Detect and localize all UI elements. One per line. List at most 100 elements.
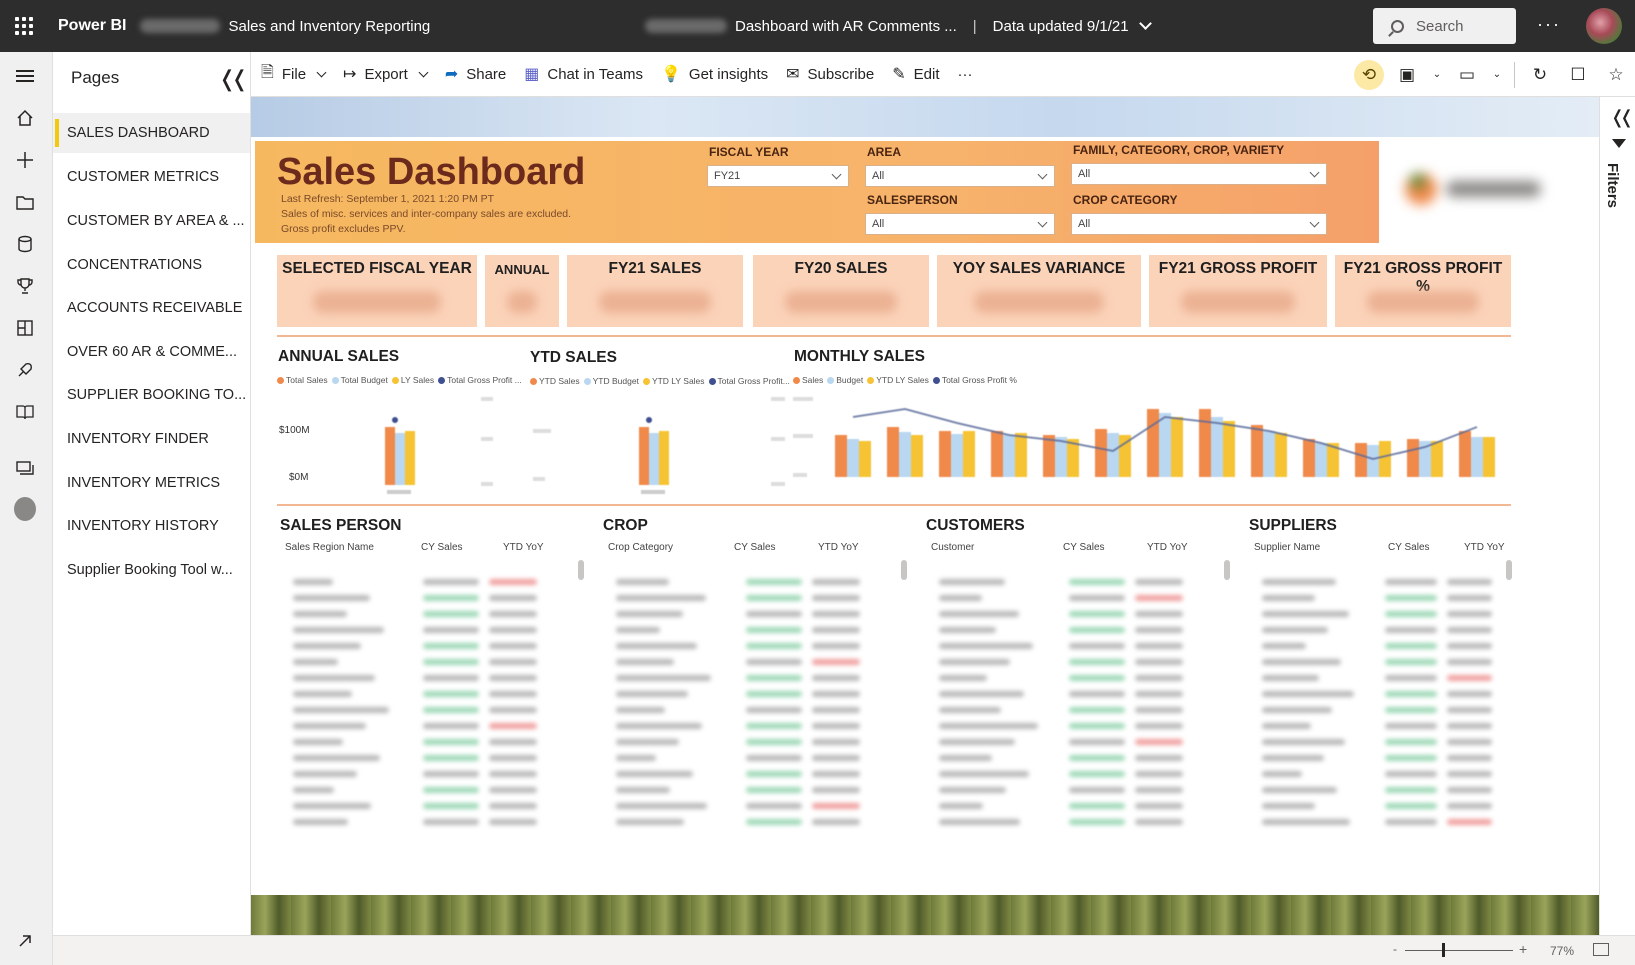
customers-table[interactable]: Customer CY Sales YTD YoY bbox=[925, 542, 1230, 825]
table-row[interactable] bbox=[602, 590, 897, 606]
more-actions-button[interactable]: ··· bbox=[958, 66, 973, 83]
hamburger-menu-icon[interactable] bbox=[14, 65, 36, 87]
refresh-icon[interactable]: ↻ bbox=[1525, 60, 1555, 90]
table-row[interactable] bbox=[1248, 814, 1502, 830]
column-header[interactable]: CY Sales bbox=[421, 542, 463, 553]
table-row[interactable] bbox=[1248, 638, 1502, 654]
export-menu-button[interactable]: ↦ Export bbox=[343, 64, 429, 84]
expand-arrow-icon[interactable] bbox=[14, 930, 36, 952]
search-input[interactable]: Search bbox=[1373, 8, 1516, 44]
table-row[interactable] bbox=[602, 654, 897, 670]
workspace-report-name[interactable]: Sales and Inventory Reporting bbox=[140, 18, 430, 35]
family-slicer[interactable]: All bbox=[1071, 163, 1327, 185]
table-row[interactable] bbox=[1248, 718, 1502, 734]
chevron-down-icon[interactable] bbox=[1138, 17, 1152, 30]
table-row[interactable] bbox=[602, 718, 897, 734]
table-row[interactable] bbox=[279, 606, 574, 622]
crop-category-slicer[interactable]: All bbox=[1071, 213, 1327, 235]
column-header[interactable]: Crop Category bbox=[608, 542, 673, 553]
table-row[interactable] bbox=[279, 782, 574, 798]
table-row[interactable] bbox=[1248, 734, 1502, 750]
table-row[interactable] bbox=[1248, 686, 1502, 702]
table-row[interactable] bbox=[602, 750, 897, 766]
column-header[interactable]: YTD YoY bbox=[818, 542, 859, 553]
table-row[interactable] bbox=[279, 734, 574, 750]
fit-to-page-icon[interactable] bbox=[1593, 943, 1609, 956]
zoom-slider[interactable] bbox=[1405, 950, 1513, 951]
table-row[interactable] bbox=[1248, 782, 1502, 798]
table-row[interactable] bbox=[925, 798, 1220, 814]
chevron-down-icon[interactable]: ⌄ bbox=[1490, 60, 1504, 90]
table-row[interactable] bbox=[602, 686, 897, 702]
table-row[interactable] bbox=[602, 798, 897, 814]
page-item-supplier-booking[interactable]: SUPPLIER BOOKING TO... bbox=[53, 375, 250, 415]
deployment-rocket-icon[interactable] bbox=[14, 359, 36, 381]
page-item-accounts-receivable[interactable]: ACCOUNTS RECEIVABLE bbox=[53, 288, 250, 328]
expand-filters-icon[interactable]: ❬❬ bbox=[1610, 107, 1634, 128]
table-row[interactable] bbox=[602, 670, 897, 686]
table-row[interactable] bbox=[1248, 622, 1502, 638]
table-row[interactable] bbox=[925, 574, 1220, 590]
filters-pane[interactable]: ❬❬ Filters bbox=[1599, 97, 1635, 935]
table-row[interactable] bbox=[1248, 750, 1502, 766]
zoom-in-button[interactable]: + bbox=[1519, 941, 1527, 957]
page-item-over-60-ar[interactable]: OVER 60 AR & COMME... bbox=[53, 332, 250, 372]
fiscal-year-slicer[interactable]: FY21 bbox=[707, 165, 849, 187]
table-row[interactable] bbox=[925, 702, 1220, 718]
create-icon[interactable] bbox=[14, 149, 36, 171]
column-header[interactable]: YTD YoY bbox=[1147, 542, 1188, 553]
workspaces-icon[interactable] bbox=[14, 457, 36, 479]
table-row[interactable] bbox=[279, 766, 574, 782]
table-row[interactable] bbox=[925, 750, 1220, 766]
app-launcher-icon[interactable] bbox=[0, 0, 48, 52]
table-row[interactable] bbox=[279, 590, 574, 606]
column-header[interactable]: YTD YoY bbox=[503, 542, 544, 553]
table-row[interactable] bbox=[279, 574, 574, 590]
workspace-avatar-icon[interactable] bbox=[14, 497, 36, 521]
page-item-customer-by-area[interactable]: CUSTOMER BY AREA & ... bbox=[53, 201, 250, 241]
table-row[interactable] bbox=[279, 622, 574, 638]
table-row[interactable] bbox=[925, 782, 1220, 798]
table-row[interactable] bbox=[925, 734, 1220, 750]
get-insights-button[interactable]: 💡 Get insights bbox=[661, 64, 768, 84]
goals-trophy-icon[interactable] bbox=[14, 275, 36, 297]
table-row[interactable] bbox=[602, 606, 897, 622]
table-scrollbar[interactable] bbox=[901, 560, 907, 580]
column-header[interactable]: CY Sales bbox=[1388, 542, 1430, 553]
home-icon[interactable] bbox=[14, 107, 36, 129]
table-row[interactable] bbox=[602, 734, 897, 750]
table-row[interactable] bbox=[602, 638, 897, 654]
table-row[interactable] bbox=[1248, 766, 1502, 782]
subscribe-button[interactable]: ✉ Subscribe bbox=[786, 64, 874, 84]
table-row[interactable] bbox=[925, 638, 1220, 654]
table-scrollbar[interactable] bbox=[578, 560, 584, 580]
table-scrollbar[interactable] bbox=[1224, 560, 1230, 580]
table-row[interactable] bbox=[925, 622, 1220, 638]
table-row[interactable] bbox=[1248, 574, 1502, 590]
table-row[interactable] bbox=[279, 798, 574, 814]
table-row[interactable] bbox=[1248, 606, 1502, 622]
view-icon[interactable]: ▭ bbox=[1452, 60, 1482, 90]
avatar[interactable] bbox=[1586, 8, 1622, 44]
table-row[interactable] bbox=[925, 718, 1220, 734]
area-slicer[interactable]: All bbox=[865, 165, 1055, 187]
apps-icon[interactable] bbox=[14, 317, 36, 339]
table-row[interactable] bbox=[602, 622, 897, 638]
column-header[interactable]: CY Sales bbox=[734, 542, 776, 553]
column-header[interactable]: YTD YoY bbox=[1464, 542, 1505, 553]
table-row[interactable] bbox=[279, 702, 574, 718]
table-row[interactable] bbox=[1248, 670, 1502, 686]
table-row[interactable] bbox=[602, 574, 897, 590]
table-row[interactable] bbox=[1248, 590, 1502, 606]
table-row[interactable] bbox=[279, 750, 574, 766]
data-updated-label[interactable]: Data updated 9/1/21 bbox=[993, 18, 1129, 35]
table-row[interactable] bbox=[925, 654, 1220, 670]
table-row[interactable] bbox=[1248, 654, 1502, 670]
suppliers-table[interactable]: Supplier Name CY Sales YTD YoY bbox=[1248, 542, 1512, 825]
table-row[interactable] bbox=[279, 718, 574, 734]
column-header[interactable]: Sales Region Name bbox=[285, 542, 374, 553]
table-row[interactable] bbox=[279, 686, 574, 702]
chat-in-teams-button[interactable]: ▦ Chat in Teams bbox=[524, 64, 643, 84]
table-row[interactable] bbox=[602, 766, 897, 782]
page-item-inventory-finder[interactable]: INVENTORY FINDER bbox=[53, 419, 250, 459]
